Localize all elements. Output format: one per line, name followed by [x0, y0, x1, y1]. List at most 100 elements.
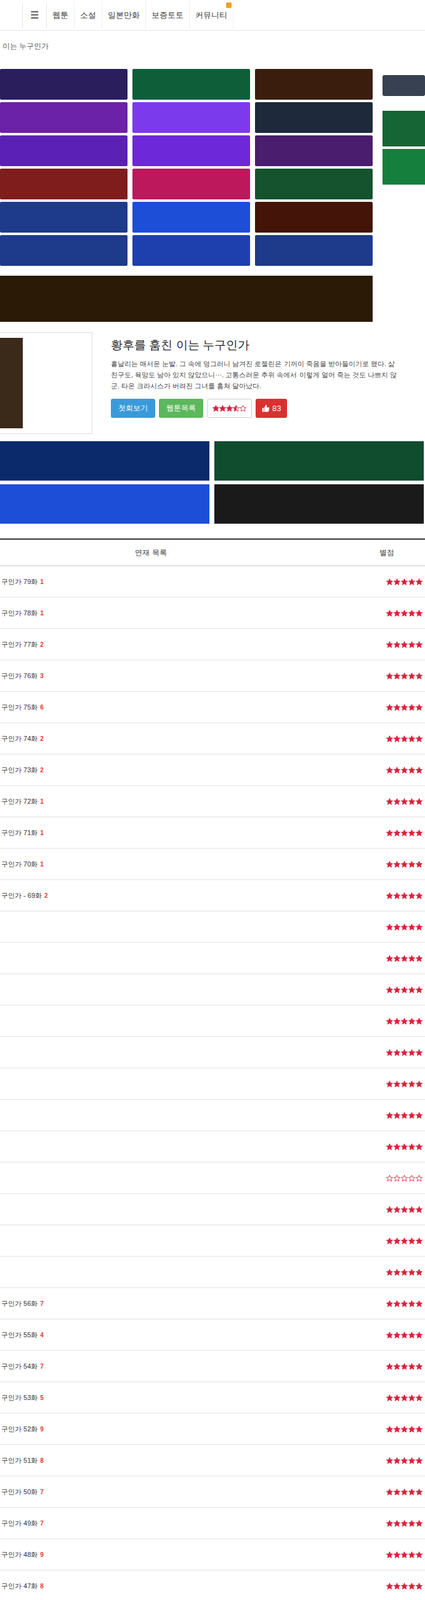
- thumbnail[interactable]: [0, 338, 23, 429]
- table-row[interactable]: [0, 1006, 425, 1038]
- ad-banner[interactable]: [132, 168, 251, 200]
- table-row[interactable]: [0, 943, 425, 976]
- table-row[interactable]: 구인가 54화7: [0, 1351, 425, 1384]
- table-row[interactable]: 구인가 50화7: [0, 1477, 425, 1510]
- table-row[interactable]: 구인가 51화8: [0, 1446, 425, 1478]
- episode-title[interactable]: 구인가 79화: [1, 577, 38, 587]
- ad-banner[interactable]: [255, 168, 373, 200]
- episode-title[interactable]: 구인가 70화: [1, 860, 38, 870]
- nav-item[interactable]: 웹툰: [46, 1, 75, 30]
- like-button[interactable]: 83: [255, 399, 288, 419]
- table-row[interactable]: 구인가 76화3: [0, 660, 425, 693]
- nav-item[interactable]: 커뮤니티: [189, 1, 234, 30]
- table-row[interactable]: 구인가 72화1: [0, 786, 425, 818]
- promo-banner[interactable]: [0, 441, 210, 482]
- ad-banner[interactable]: [132, 68, 251, 100]
- episode-title[interactable]: 구인가 74화: [1, 734, 38, 745]
- star-filled-icon: [415, 955, 423, 963]
- table-row[interactable]: [0, 975, 425, 1007]
- star-filled-icon: [415, 1521, 423, 1529]
- table-row[interactable]: [0, 1037, 425, 1070]
- table-row[interactable]: [0, 1194, 425, 1227]
- table-row[interactable]: 구인가 75화6: [0, 692, 425, 724]
- table-row[interactable]: [0, 1100, 425, 1133]
- nav-item[interactable]: 보증토토: [145, 1, 190, 30]
- action-button[interactable]: 웹툰목록: [158, 399, 204, 419]
- table-row[interactable]: 구인가 79화1: [0, 566, 425, 599]
- promo-banner[interactable]: [0, 484, 210, 525]
- table-row[interactable]: 구인가 49화7: [0, 1509, 425, 1541]
- episode-title[interactable]: 구인가 47화: [1, 1582, 38, 1593]
- episode-title[interactable]: 구인가 71화: [1, 829, 38, 839]
- table-row[interactable]: 구인가 52화9: [0, 1414, 425, 1447]
- table-row[interactable]: 구인가 - 69화2: [0, 880, 425, 913]
- table-row[interactable]: 구인가 70화1: [0, 849, 425, 881]
- table-row[interactable]: [0, 1257, 425, 1290]
- episode-title[interactable]: 구인가 78화: [1, 609, 38, 619]
- side-banner[interactable]: [382, 149, 425, 185]
- comment-count: 7: [40, 1489, 44, 1497]
- episode-title[interactable]: 구인가 76화: [1, 671, 38, 682]
- episode-title[interactable]: 구인가 55화: [1, 1331, 38, 1341]
- promo-banner[interactable]: [214, 441, 424, 482]
- ad-banner[interactable]: [132, 202, 251, 233]
- ad-banner[interactable]: [132, 235, 251, 267]
- nav-item[interactable]: 일본만화: [102, 1, 146, 30]
- ad-banner[interactable]: [0, 235, 128, 267]
- episode-title[interactable]: 구인가 - 69화: [1, 891, 42, 902]
- star-filled-icon: [400, 1364, 408, 1372]
- ad-banner[interactable]: [0, 135, 128, 167]
- rating-stars: [212, 405, 247, 413]
- table-row[interactable]: 구인가 53화5: [0, 1383, 425, 1415]
- ad-banner[interactable]: [255, 235, 373, 267]
- episode-title[interactable]: 구인가 72화: [1, 797, 38, 807]
- table-row[interactable]: 구인가 77화2: [0, 629, 425, 661]
- ad-banner[interactable]: [0, 168, 128, 200]
- ad-banner[interactable]: [255, 68, 373, 100]
- ad-banner[interactable]: [255, 135, 373, 167]
- rating[interactable]: [206, 399, 252, 419]
- new-badge: [226, 2, 232, 9]
- nav-item[interactable]: 소설: [74, 1, 103, 30]
- ad-banner[interactable]: [132, 102, 251, 134]
- ad-banner[interactable]: [255, 102, 373, 134]
- table-row[interactable]: 구인가 71화1: [0, 817, 425, 850]
- ad-banner[interactable]: [0, 102, 128, 134]
- star-cell: [301, 987, 425, 995]
- hero-banner[interactable]: [0, 275, 373, 323]
- table-row[interactable]: 구인가 55화4: [0, 1320, 425, 1352]
- side-banner[interactable]: [382, 110, 425, 147]
- table-row[interactable]: 구인가 78화1: [0, 598, 425, 630]
- table-row[interactable]: 구인가 48화9: [0, 1540, 425, 1572]
- episode-title[interactable]: 구인가 73화: [1, 766, 38, 776]
- episode-title[interactable]: 구인가 51화: [1, 1457, 38, 1467]
- table-row[interactable]: 구인가 47화8: [0, 1571, 425, 1600]
- action-button[interactable]: 첫회보기: [110, 399, 156, 419]
- table-row[interactable]: [0, 1163, 425, 1195]
- table-row[interactable]: [0, 1132, 425, 1164]
- ad-banner[interactable]: [0, 202, 128, 233]
- side-banner[interactable]: [382, 75, 425, 97]
- episode-title[interactable]: 구인가 49화: [1, 1520, 38, 1530]
- menu-button[interactable]: ☰: [22, 3, 47, 28]
- episode-title[interactable]: 구인가 77화: [1, 640, 38, 650]
- episode-title[interactable]: 구인가 75화: [1, 703, 38, 713]
- episode-title[interactable]: 구인가 48화: [1, 1551, 38, 1561]
- star-cell: [301, 1364, 425, 1372]
- episode-title[interactable]: 구인가 56화: [1, 1300, 38, 1310]
- table-row[interactable]: [0, 1226, 425, 1258]
- star-filled-icon: [408, 736, 416, 743]
- episode-title[interactable]: 구인가 52화: [1, 1425, 38, 1436]
- ad-banner[interactable]: [132, 135, 251, 167]
- ad-banner[interactable]: [0, 68, 128, 100]
- table-row[interactable]: 구인가 56화7: [0, 1289, 425, 1321]
- table-row[interactable]: 구인가 74화2: [0, 723, 425, 756]
- episode-title[interactable]: 구인가 53화: [1, 1394, 38, 1404]
- ad-banner[interactable]: [255, 202, 373, 233]
- episode-title[interactable]: 구인가 54화: [1, 1363, 38, 1373]
- table-row[interactable]: [0, 912, 425, 944]
- table-row[interactable]: [0, 1069, 425, 1101]
- table-row[interactable]: 구인가 73화2: [0, 755, 425, 787]
- episode-title[interactable]: 구인가 50화: [1, 1488, 38, 1498]
- promo-banner[interactable]: [214, 484, 424, 525]
